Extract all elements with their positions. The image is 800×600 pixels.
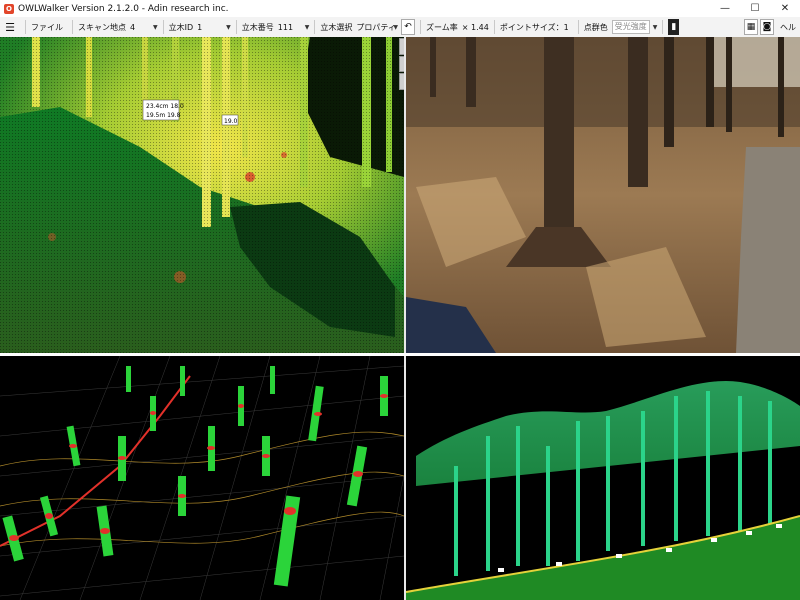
road [736,147,800,353]
toolbar-separator [235,20,237,34]
title-bar: O OWLWalker Version 2.1.2.0 - Adin resea… [0,0,800,17]
owl-app-icon: O [4,3,14,14]
camera-icon[interactable]: ◙ [760,19,774,35]
chevron-down-icon[interactable]: ▼ [393,24,398,31]
small-tag-text: 19.0 [224,118,238,125]
chevron-down-icon[interactable]: ▼ [305,24,310,31]
point-cloud-side-view[interactable] [406,356,800,600]
toolbar: ☰ ファイル スキャン地点 4 ▼ 立木ID 1 ▼ 立木番号 111 ▼ 立木… [0,17,800,38]
toolbar-separator [493,20,495,34]
toolbar-separator [72,20,73,34]
point-cloud-close-view[interactable]: 23.4cm 18.0 19.5m 19.8 19.0 [0,37,404,353]
tree-stems-3d [2,366,388,587]
terrain-canvas[interactable] [0,356,404,600]
toolbar-separator [314,20,316,34]
tree-id-select[interactable]: 1 [197,23,223,32]
tree-number-label: 立木番号 [241,22,274,32]
tree-small-tag: 19.0 [221,114,239,126]
undo-icon[interactable]: ↶ [401,19,416,35]
chevron-down-icon[interactable]: ▼ [653,24,658,31]
scan-point-select[interactable]: 4 [130,23,150,32]
contour-lines [0,431,404,547]
scan-point-label: スキャン地点 [78,22,126,32]
chevron-down-icon[interactable]: ▼ [226,24,231,31]
toolbar-separator [162,20,164,34]
zoom-value: × 1.44 [461,22,489,32]
grid-view-icon[interactable]: ▦ [744,19,758,35]
point-cloud-close-canvas[interactable]: 23.4cm 18.0 19.5m 19.8 19.0 [0,37,404,353]
point-size-label[interactable]: ポイントサイズ：1 [500,22,569,33]
point-cloud-3d-terrain-view[interactable] [0,356,404,600]
device-icon[interactable]: ▮ [668,19,680,35]
toolbar-separator [577,20,579,34]
tag-line-1: 23.4cm 18.0 [146,103,184,110]
tree-measurement-tag: 23.4cm 18.0 19.5m 19.8 [142,99,184,121]
photo-view[interactable] [406,37,800,353]
maximize-button[interactable]: ☐ [740,0,770,17]
window-title: OWLWalker Version 2.1.2.0 - Adin researc… [18,3,229,14]
side-view-canvas[interactable] [406,356,800,600]
point-color-select[interactable]: 受光強度 [611,20,650,34]
close-button[interactable]: ✕ [770,0,800,17]
tag-line-2: 19.5m 19.8 [146,112,181,119]
minimize-button[interactable]: — [710,0,740,17]
file-menu[interactable]: ファイル [31,22,63,33]
chevron-down-icon[interactable]: ▼ [153,24,158,31]
sky-glimpse [706,37,800,87]
hamburger-menu-icon[interactable]: ☰ [0,21,20,34]
toolbar-separator [662,20,664,34]
point-texture [0,37,404,353]
tree-select-dropdown[interactable]: プロパティ [356,22,396,33]
point-color-label: 点群色 [583,22,608,32]
toolbar-separator [25,20,26,34]
tree-select-label: 立木選択 [320,22,353,32]
help-menu[interactable]: ヘル [780,22,796,33]
zoom-label: ズーム率 [426,22,458,32]
tree-number-select[interactable]: 111 [278,23,302,32]
forest-photo [406,37,800,353]
toolbar-separator [420,20,422,34]
tree-id-label: 立木ID [168,22,194,32]
mesh-grid [0,356,404,600]
